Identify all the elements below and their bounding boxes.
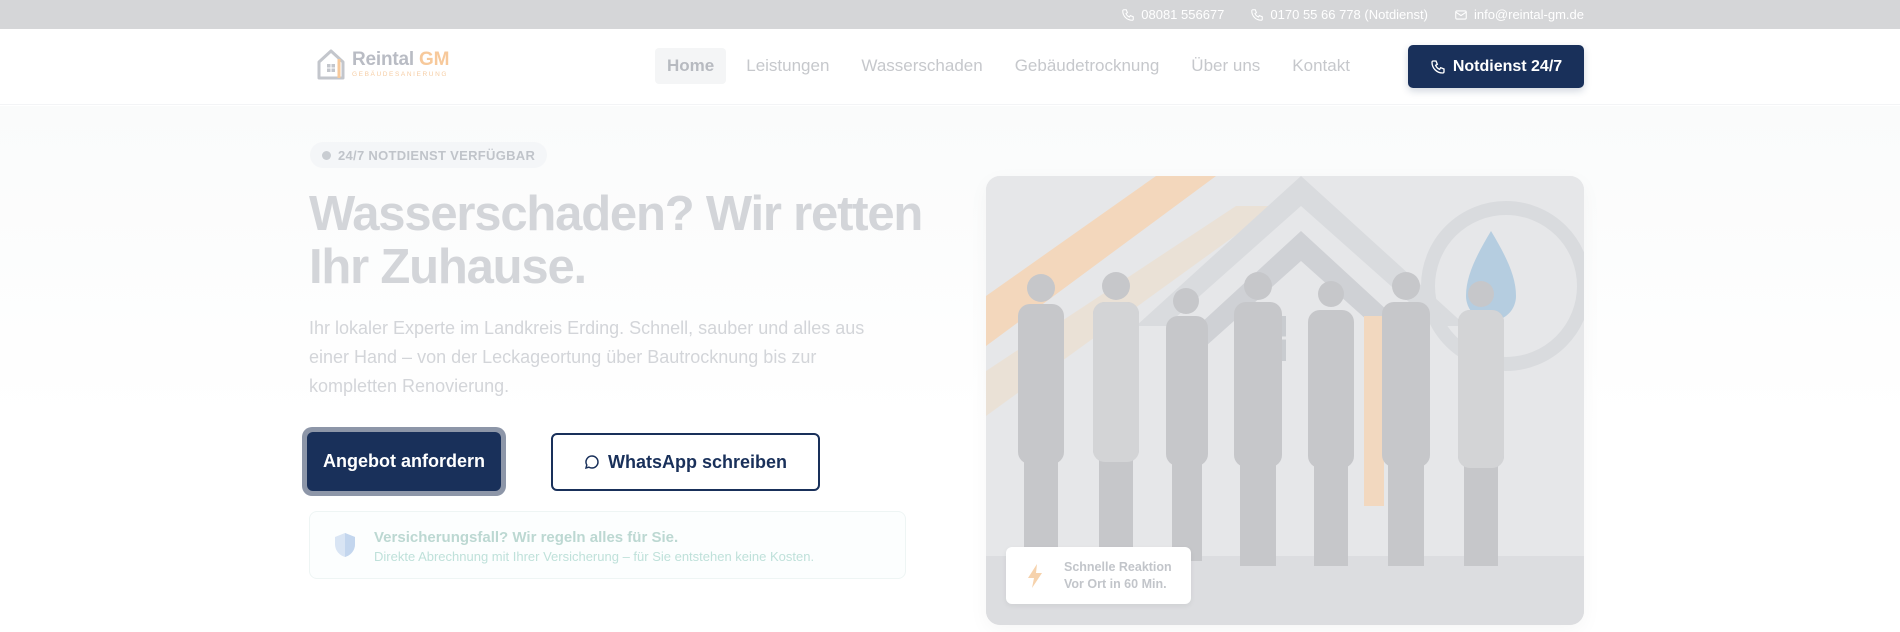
nav-item-home[interactable]: Home [655,48,727,84]
quick-response-card: Schnelle Reaktion Vor Ort in 60 Min. [1006,547,1191,604]
insurance-text: Direkte Abrechnung mit Ihrer Versicherun… [374,549,815,564]
chat-bubble-icon [584,455,599,470]
phone-icon [1431,59,1445,74]
whatsapp-button[interactable]: WhatsApp schreiben [551,433,820,491]
insurance-info-box: Versicherungsfall? Wir regeln alles für … [309,511,906,579]
top-contact-list: 08081 556677 0170 55 66 778 (Notdienst) … [1121,0,1584,29]
nav-item-wasserschaden[interactable]: Wasserschaden [849,48,994,84]
nav-item-leistungen[interactable]: Leistungen [734,48,841,84]
mail-icon [1455,9,1467,20]
emergency-cta-button[interactable]: Notdienst 24/7 [1408,45,1584,88]
hero-title: Wasserschaden? Wir retten Ihr Zuhause. [309,187,923,294]
shield-icon [335,533,355,557]
quick-response-title: Schnelle Reaktion [1064,560,1172,574]
main-nav: Home Leistungen Wasserschaden Gebäudetro… [655,47,1362,85]
hero-section [0,106,1900,632]
topbar-phone-text: 08081 556677 [1141,7,1225,22]
house-logo-icon [317,49,345,80]
top-info-bar: 08081 556677 0170 55 66 778 (Notdienst) … [0,0,1900,29]
phone-icon [1251,8,1264,21]
request-quote-button[interactable]: Angebot anfordern [302,427,506,496]
logo[interactable]: Reintal GM GEBÄUDESANIERUNG [316,47,449,81]
logo-text: Reintal GM GEBÄUDESANIERUNG [352,50,449,79]
topbar-phone-link[interactable]: 08081 556677 [1121,7,1224,22]
nav-item-gebaeudetrocknung[interactable]: Gebäudetrocknung [1003,48,1172,84]
logo-subtitle: GEBÄUDESANIERUNG [352,70,449,78]
site-header: Reintal GM GEBÄUDESANIERUNG Home Leistun… [0,29,1900,105]
hero-description: Ihr lokaler Experte im Landkreis Erding.… [309,318,865,396]
status-dot-icon [322,150,331,160]
phone-icon [1122,8,1135,21]
insurance-title: Versicherungsfall? Wir regeln alles für … [374,529,679,546]
logo-name-accent: GM [419,48,450,70]
availability-badge-text: 24/7 NOTDIENST VERFÜGBAR [338,147,536,163]
nav-item-kontakt[interactable]: Kontakt [1280,48,1362,84]
emergency-cta-label: Notdienst 24/7 [1452,57,1563,75]
quick-response-subtitle: Vor Ort in 60 Min. [1064,577,1167,591]
availability-badge: 24/7 NOTDIENST VERFÜGBAR [310,142,548,168]
logo-name-main: Reintal [352,48,414,70]
topbar-email-text: info@reintal-gm.de [1473,7,1584,22]
topbar-emergency-phone-text: 0170 55 66 778 (Notdienst) [1270,7,1428,22]
lightning-icon [1028,564,1042,588]
logo-name: Reintal GM [352,50,449,69]
nav-item-ueber-uns[interactable]: Über uns [1179,48,1272,84]
request-quote-button-label: Angebot anfordern [307,432,501,491]
whatsapp-button-label: WhatsApp schreiben [607,451,788,472]
topbar-email-link[interactable]: info@reintal-gm.de [1454,7,1584,22]
topbar-emergency-phone-link[interactable]: 0170 55 66 778 (Notdienst) [1250,7,1428,22]
